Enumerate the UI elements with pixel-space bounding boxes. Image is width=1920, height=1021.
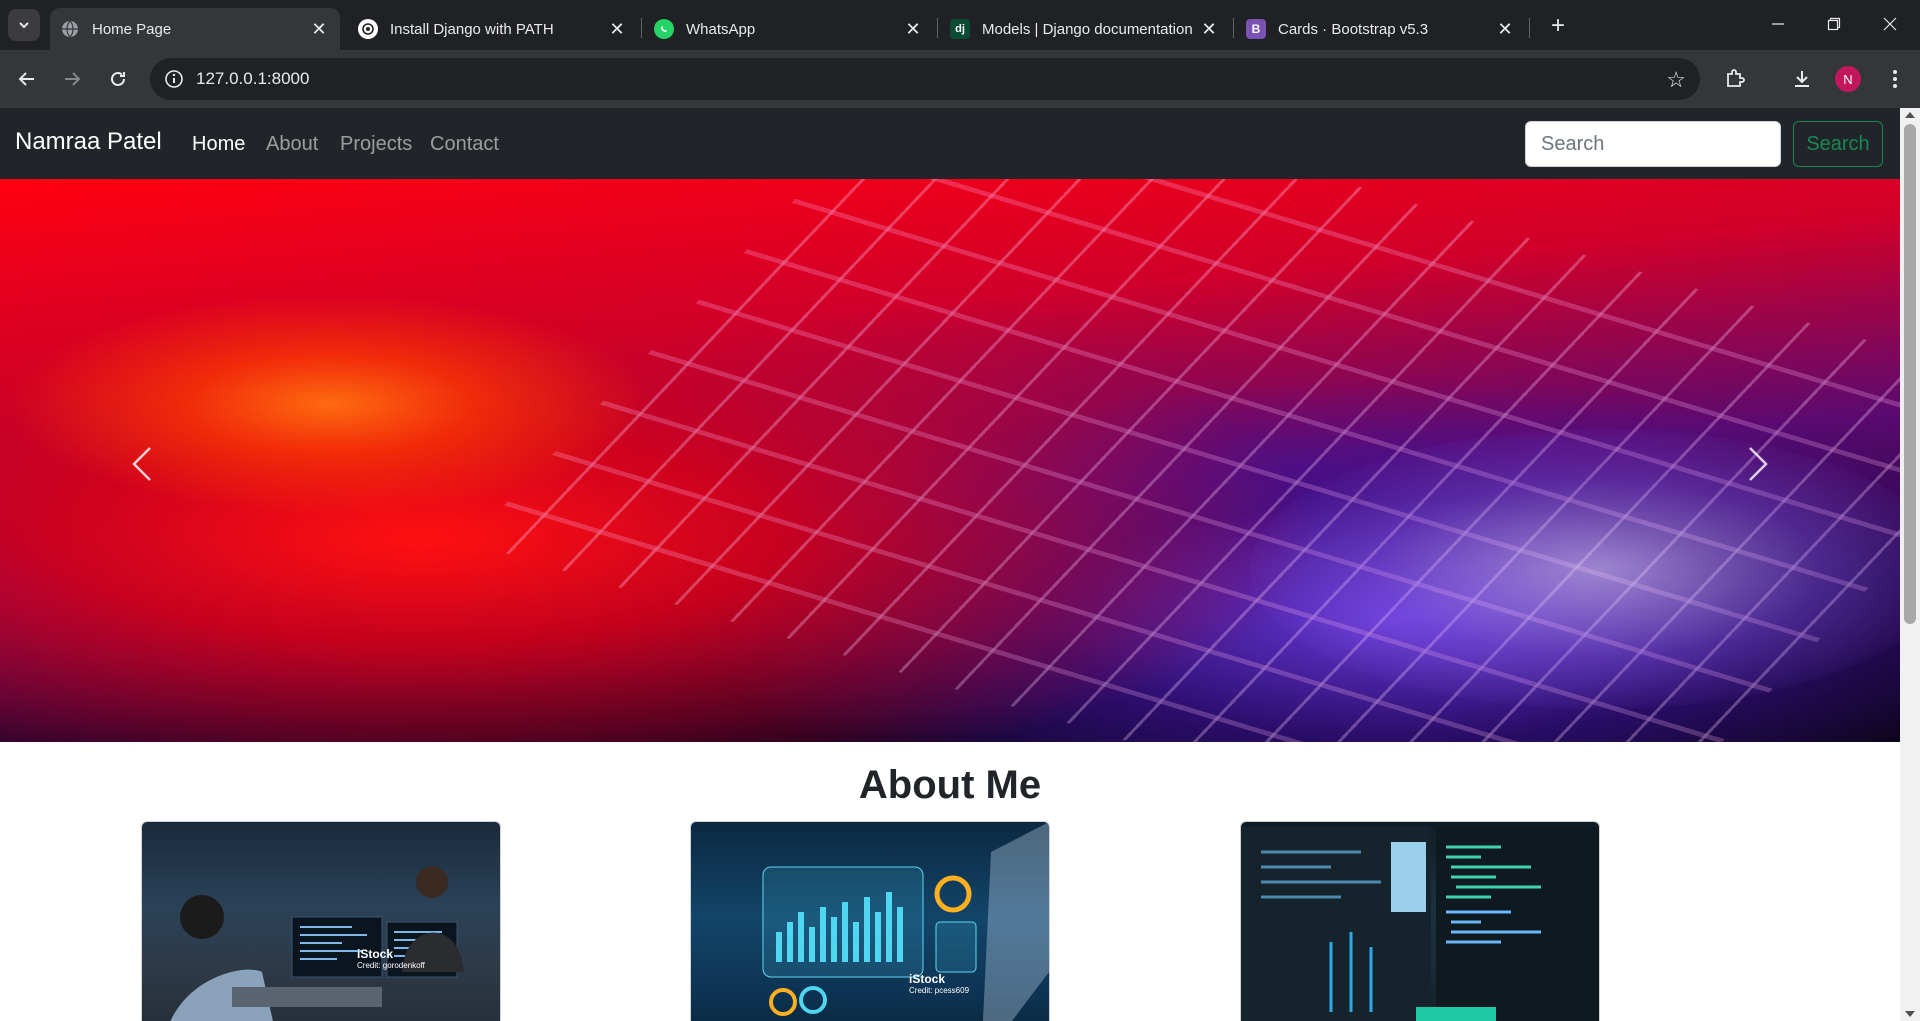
openai-icon: [358, 19, 378, 39]
site-info-icon[interactable]: [164, 69, 184, 89]
carousel-prev-button[interactable]: [112, 434, 172, 494]
downloads-button[interactable]: [1787, 64, 1817, 94]
tab-title: Cards · Bootstrap v5.3: [1278, 20, 1429, 38]
restore-button[interactable]: [1814, 8, 1854, 40]
reload-button[interactable]: [103, 64, 133, 94]
developers-at-computers-photo: iStock Credit: gorodenkoff: [142, 822, 500, 1021]
tab-whatsapp[interactable]: WhatsApp ✕: [644, 8, 934, 50]
minimize-button[interactable]: [1758, 8, 1798, 40]
forward-button[interactable]: [57, 64, 87, 94]
nav-link-contact[interactable]: Contact: [430, 133, 499, 156]
search-input[interactable]: [1525, 121, 1781, 167]
search-button[interactable]: Search: [1793, 121, 1883, 167]
site-navbar: Namraa Patel Home About Projects Contact…: [0, 108, 1900, 179]
about-card-3: [1240, 821, 1600, 1021]
web-page: Namraa Patel Home About Projects Contact…: [0, 108, 1900, 1021]
nav-link-projects[interactable]: Projects: [340, 133, 412, 156]
tab-separator: [937, 18, 938, 38]
carousel-next-button[interactable]: [1728, 434, 1788, 494]
chevron-down-icon: [19, 22, 29, 29]
restore-icon: [1827, 17, 1841, 31]
chevron-right-icon: [1749, 447, 1768, 481]
tab-separator: [1233, 18, 1234, 38]
tab-title: Home Page: [92, 20, 172, 38]
scroll-down-icon[interactable]: [1905, 1011, 1915, 1017]
close-icon[interactable]: ✕: [902, 18, 924, 40]
minimize-icon: [1772, 23, 1784, 25]
globe-icon: [60, 19, 80, 39]
tab-home-page[interactable]: Home Page ✕: [50, 8, 340, 50]
tab-title: Install Django with PATH: [390, 20, 554, 38]
browser-tab-strip: Home Page ✕ Install Django with PATH ✕ W…: [0, 0, 1920, 50]
new-tab-button[interactable]: +: [1544, 12, 1572, 40]
plus-icon: +: [1550, 12, 1565, 39]
close-icon: [1883, 17, 1897, 31]
puzzle-icon: [1727, 69, 1745, 87]
profile-avatar[interactable]: N: [1835, 66, 1861, 92]
tab-search-button[interactable]: [8, 9, 40, 41]
address-bar[interactable]: 127.0.0.1:8000 ☆: [150, 58, 1700, 100]
card-1-watermark: iStock: [357, 947, 394, 961]
page-scrollbar[interactable]: [1900, 108, 1920, 1021]
scroll-up-icon[interactable]: [1905, 112, 1915, 118]
about-heading: About Me: [858, 763, 1042, 807]
close-icon[interactable]: ✕: [308, 18, 330, 40]
url-text[interactable]: 127.0.0.1:8000: [196, 69, 309, 89]
close-icon[interactable]: ✕: [1198, 18, 1220, 40]
whatsapp-icon: [654, 19, 674, 39]
bookmark-star-icon[interactable]: ☆: [1666, 67, 1686, 93]
tab-title: Models | Django documentation: [982, 20, 1193, 38]
arrow-left-icon: [18, 72, 34, 86]
reload-icon: [111, 71, 125, 86]
navbar-brand[interactable]: Namraa Patel: [15, 128, 162, 156]
django-icon: dj: [950, 19, 970, 39]
tab-install-django[interactable]: Install Django with PATH ✕: [348, 8, 638, 50]
tab-bootstrap-cards[interactable]: B Cards · Bootstrap v5.3 ✕: [1236, 8, 1526, 50]
tab-django-models[interactable]: dj Models | Django documentation ✕: [940, 8, 1230, 50]
data-dashboard-photo: iStock Credit: pcess609: [691, 822, 1049, 1021]
tab-separator: [1529, 18, 1530, 38]
nav-link-home[interactable]: Home: [192, 133, 245, 156]
bootstrap-icon: B: [1246, 19, 1266, 39]
card-1-credit: Credit: gorodenkoff: [357, 961, 425, 970]
about-card-2: iStock Credit: pcess609: [690, 821, 1050, 1021]
download-icon: [1795, 71, 1809, 87]
close-window-button[interactable]: [1870, 8, 1910, 40]
extensions-button[interactable]: [1720, 64, 1750, 94]
browser-toolbar: 127.0.0.1:8000 ☆: [0, 50, 1920, 108]
browser-menu-button[interactable]: [1880, 64, 1910, 94]
chevron-left-icon: [132, 447, 151, 481]
nav-link-about[interactable]: About: [266, 133, 318, 156]
back-button[interactable]: [12, 64, 42, 94]
tab-separator: [641, 18, 642, 38]
hero-carousel: [0, 179, 1900, 742]
arrow-right-icon: [65, 72, 81, 86]
kebab-menu-icon: [1893, 70, 1897, 88]
about-card-1: iStock Credit: gorodenkoff: [141, 821, 501, 1021]
tab-title: WhatsApp: [686, 20, 756, 38]
code-on-monitor-photo: [1241, 822, 1599, 1021]
card-2-credit: Credit: pcess609: [909, 986, 970, 995]
card-2-watermark: iStock: [909, 972, 946, 986]
close-icon[interactable]: ✕: [606, 18, 628, 40]
close-icon[interactable]: ✕: [1494, 18, 1516, 40]
scrollbar-thumb[interactable]: [1904, 124, 1916, 624]
